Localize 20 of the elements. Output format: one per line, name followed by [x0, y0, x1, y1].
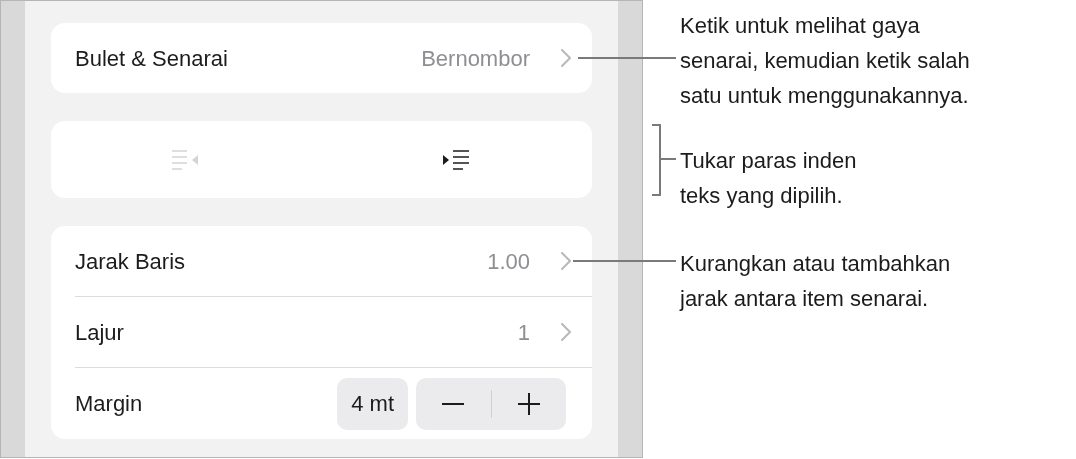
value-field[interactable]: 4 mt — [337, 377, 408, 430]
callout-text: Kurangkan atau tambahkan jarak antara item senarai. — [680, 250, 952, 313]
row-label: Bulet & Senarai — [75, 44, 228, 73]
bracket-line — [652, 124, 676, 196]
chevron-icon — [560, 251, 572, 271]
row-value: Bernombor — [421, 44, 530, 73]
plus-icon — [517, 392, 540, 415]
settings-row[interactable]: Jarak Baris 1.00 — [75, 226, 592, 297]
row-label: Margin — [75, 390, 143, 418]
callout-text: Tukar paras inden teks yang dipilih. — [680, 147, 858, 210]
row-label: Jarak Baris — [75, 247, 186, 276]
row-label: Lajur — [75, 318, 124, 347]
minus-icon — [442, 402, 465, 405]
row-value: 1 — [517, 318, 530, 347]
callout-text: Ketik untuk melihat gaya senarai, kemudian ketik salah satu untuk menggunakannya. — [680, 12, 971, 110]
row-value: 1.00 — [487, 247, 530, 276]
settings-row[interactable]: Lajur 1 — [75, 297, 592, 368]
chevron-icon — [560, 322, 572, 342]
list-style-row[interactable]: Bulet & Senarai Bernombor — [51, 23, 592, 93]
chevron-icon — [560, 48, 572, 68]
